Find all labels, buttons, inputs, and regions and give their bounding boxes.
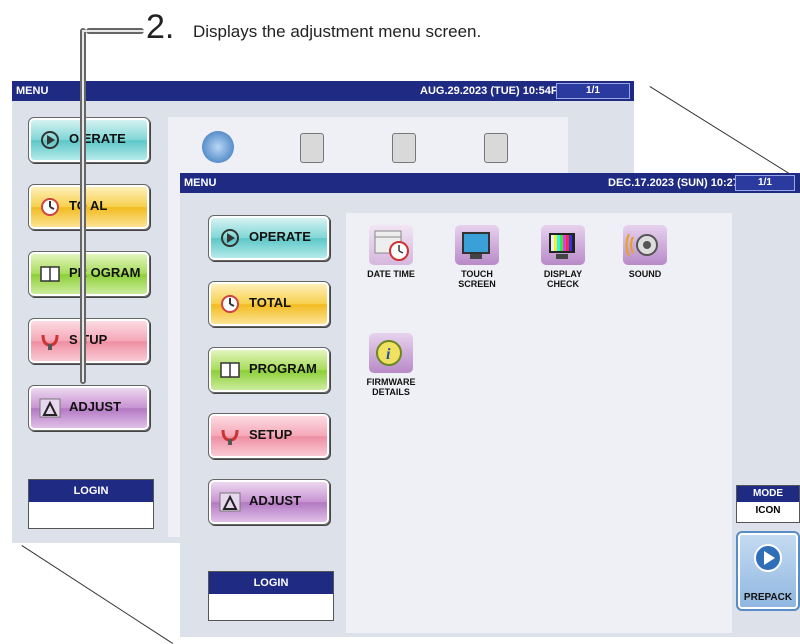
mode-box[interactable]: MODE ICON xyxy=(736,485,800,523)
back-page-indicator: 1/1 xyxy=(556,83,630,99)
book-icon xyxy=(39,264,61,284)
leader-line-highlight xyxy=(82,30,84,382)
login-box[interactable]: LOGIN xyxy=(208,571,334,621)
back-trash-icon xyxy=(484,133,508,163)
front-page-indicator: 1/1 xyxy=(735,175,795,191)
wrench-icon xyxy=(39,331,61,351)
clock-icon xyxy=(39,197,61,217)
adjust-menu-screen: MENU DEC.17.2023 (SUN) 10:27PM 1/1 OPERA… xyxy=(180,173,800,637)
speaker-icon xyxy=(623,225,667,265)
leader-line-highlight-horizontal xyxy=(84,30,144,32)
firmware-caption-line2: DETAILS xyxy=(372,387,410,397)
prepack-label: PREPACK xyxy=(743,592,793,603)
mode-label: MODE xyxy=(737,486,799,502)
touch-screen-icon xyxy=(455,225,499,265)
clock-icon xyxy=(219,294,241,314)
back-operate-label: O ERATE xyxy=(69,131,126,146)
back-adjust-button[interactable]: ADJUST xyxy=(28,385,150,431)
back-trash-icon xyxy=(392,133,416,163)
back-login-box[interactable]: LOGIN xyxy=(28,479,154,529)
program-button[interactable]: PROGRAM xyxy=(208,347,330,393)
display-check-caption-line1: DISPLAY xyxy=(543,269,583,279)
scale-adjust-icon xyxy=(39,398,61,418)
back-adjust-label: ADJUST xyxy=(69,399,122,414)
operate-label: OPERATE xyxy=(249,229,311,244)
login-label: LOGIN xyxy=(209,572,333,594)
date-time-icon-button[interactable]: DATE TIME xyxy=(356,225,426,279)
adjust-button[interactable]: ADJUST xyxy=(208,479,330,525)
back-total-button[interactable]: TO AL xyxy=(28,184,150,230)
display-check-caption-line2: CHECK xyxy=(546,279,579,289)
touch-screen-caption-line2: SCREEN xyxy=(458,279,496,289)
svg-text:i: i xyxy=(386,346,391,363)
back-date: AUG.29.2023 (TUE) 10:54PM xyxy=(420,85,568,97)
step-number: 2. xyxy=(146,8,175,46)
sound-caption: SOUND xyxy=(628,269,662,279)
firmware-details-icon-button[interactable]: i FIRMWARE DETAILS xyxy=(356,333,426,397)
back-program-button[interactable]: PR OGRAM xyxy=(28,251,150,297)
wrench-icon xyxy=(219,426,241,446)
program-label: PROGRAM xyxy=(249,361,317,376)
back-trash-icon xyxy=(300,133,324,163)
adjust-label: ADJUST xyxy=(249,493,302,508)
back-titlebar: MENU AUG.29.2023 (TUE) 10:54PM 1/1 xyxy=(12,81,634,101)
front-title: MENU xyxy=(184,177,217,189)
play-circle-icon xyxy=(39,130,61,150)
touch-screen-icon-button[interactable]: TOUCH SCREEN xyxy=(442,225,512,289)
scale-adjust-icon xyxy=(219,492,241,512)
total-button[interactable]: TOTAL xyxy=(208,281,330,327)
touch-screen-caption-line1: TOUCH xyxy=(461,269,493,279)
calendar-clock-icon xyxy=(369,225,413,265)
back-total-label: TO AL xyxy=(69,198,108,213)
color-bars-icon xyxy=(541,225,585,265)
prepack-button[interactable]: PREPACK xyxy=(736,531,800,611)
back-setup-button[interactable]: S TUP xyxy=(28,318,150,364)
setup-label: SETUP xyxy=(249,427,293,442)
back-setup-label: S TUP xyxy=(69,332,108,347)
step-caption: Displays the adjustment menu screen. xyxy=(193,22,482,41)
back-title: MENU xyxy=(16,85,49,97)
date-time-caption: DATE TIME xyxy=(367,269,415,279)
total-label: TOTAL xyxy=(249,295,292,310)
play-circle-icon xyxy=(219,228,241,248)
front-date: DEC.17.2023 (SUN) 10:27PM xyxy=(608,177,756,189)
info-icon: i xyxy=(369,333,413,373)
setup-button[interactable]: SETUP xyxy=(208,413,330,459)
back-operate-button[interactable]: O ERATE xyxy=(28,117,150,163)
back-play-icon xyxy=(202,131,234,163)
sound-icon-button[interactable]: SOUND xyxy=(610,225,680,279)
front-titlebar: MENU DEC.17.2023 (SUN) 10:27PM 1/1 xyxy=(180,173,800,193)
back-login-label: LOGIN xyxy=(29,480,153,502)
operate-button[interactable]: OPERATE xyxy=(208,215,330,261)
play-circle-icon xyxy=(753,543,783,578)
connector-line-bottom xyxy=(21,545,173,644)
firmware-caption-line1: FIRMWARE xyxy=(366,377,416,387)
display-check-icon-button[interactable]: DISPLAY CHECK xyxy=(528,225,598,289)
book-icon xyxy=(219,360,241,380)
mode-value: ICON xyxy=(755,505,781,516)
